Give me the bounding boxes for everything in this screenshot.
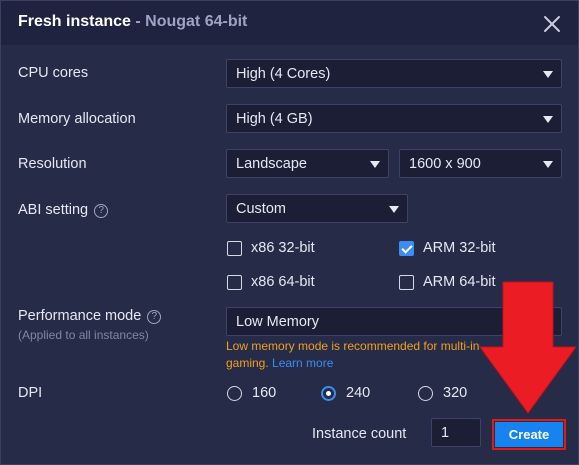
chevron-down-icon: [389, 206, 399, 213]
resolution-size-value: 1600 x 900: [409, 156, 481, 172]
resolution-label: Resolution: [18, 156, 87, 172]
warning-line-1: Low memory mode is recommended for multi…: [226, 339, 480, 353]
help-icon[interactable]: ?: [147, 310, 162, 324]
chevron-down-icon: [543, 161, 553, 168]
learn-more-link[interactable]: Learn more: [272, 356, 333, 370]
chevron-down-icon: [543, 116, 553, 123]
abi-setting-label: ABI setting?: [18, 202, 109, 218]
performance-mode-sublabel: (Applied to all instances): [18, 328, 149, 342]
x86-64-label: x86 64-bit: [251, 274, 315, 290]
resolution-orientation-value: Landscape: [236, 156, 307, 172]
dialog-title: Fresh instance - Nougat 64-bit: [18, 13, 247, 31]
dpi-160-label: 160: [252, 385, 277, 401]
abi-setting-value: Custom: [236, 201, 286, 217]
abi-setting-dropdown[interactable]: Custom: [226, 194, 408, 223]
arm-32-checkbox[interactable]: [399, 241, 414, 256]
instance-count-label: Instance count: [312, 426, 407, 442]
abi-setting-label-text: ABI setting: [18, 202, 89, 218]
dpi-320-label: 320: [443, 385, 468, 401]
resolution-size-dropdown[interactable]: 1600 x 900: [399, 149, 562, 178]
memory-allocation-dropdown[interactable]: High (4 GB): [226, 104, 562, 133]
dialog-titlebar: Fresh instance - Nougat 64-bit: [1, 1, 578, 45]
help-icon[interactable]: ?: [94, 204, 109, 218]
instance-count-input[interactable]: 1: [431, 418, 481, 447]
performance-mode-label: Performance mode?: [18, 308, 162, 324]
create-button-highlight: Create: [492, 419, 566, 450]
arm-32-label: ARM 32-bit: [423, 240, 496, 256]
close-icon[interactable]: [541, 13, 563, 35]
memory-allocation-label: Memory allocation: [18, 111, 136, 127]
instance-count-value: 1: [441, 425, 450, 441]
dpi-label: DPI: [18, 385, 43, 401]
dialog-title-text: Fresh instance: [18, 13, 131, 30]
dpi-160-radio[interactable]: [227, 386, 242, 401]
cpu-cores-value: High (4 Cores): [236, 66, 331, 82]
red-arrow-annotation: [479, 281, 577, 414]
x86-64-checkbox[interactable]: [227, 275, 242, 290]
dpi-240-radio[interactable]: [321, 386, 336, 401]
performance-mode-value: Low Memory: [236, 314, 319, 330]
resolution-orientation-dropdown[interactable]: Landscape: [226, 149, 389, 178]
warning-line-2: gaming.: [226, 356, 273, 370]
chevron-down-icon: [543, 71, 553, 78]
dialog-subtitle: - Nougat 64-bit: [130, 13, 248, 30]
arm-64-checkbox[interactable]: [399, 275, 414, 290]
cpu-cores-label: CPU cores: [18, 65, 89, 81]
memory-allocation-value: High (4 GB): [236, 111, 313, 127]
x86-32-label: x86 32-bit: [251, 240, 315, 256]
chevron-down-icon: [370, 161, 380, 168]
dpi-320-radio[interactable]: [418, 386, 433, 401]
performance-mode-label-text: Performance mode: [18, 308, 142, 324]
x86-32-checkbox[interactable]: [227, 241, 242, 256]
dpi-240-label: 240: [346, 385, 371, 401]
cpu-cores-dropdown[interactable]: High (4 Cores): [226, 59, 562, 88]
create-button[interactable]: Create: [495, 422, 563, 447]
fresh-instance-dialog: Fresh instance - Nougat 64-bit CPU cores…: [0, 0, 579, 465]
